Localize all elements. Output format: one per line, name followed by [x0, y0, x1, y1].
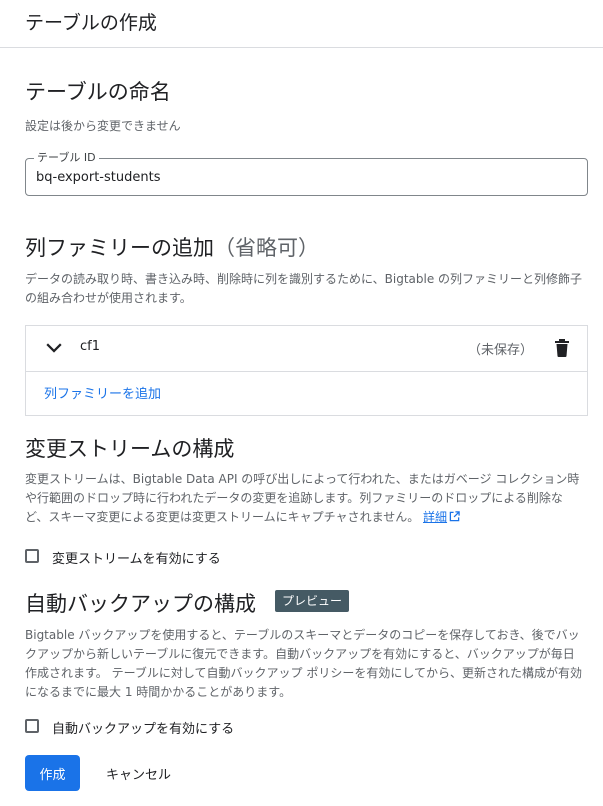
naming-note: 設定は後から変更できません — [25, 119, 181, 133]
learn-more-label: 詳細 — [423, 510, 448, 524]
cancel-button[interactable]: キャンセル — [96, 755, 181, 791]
create-button[interactable]: 作成 — [25, 755, 80, 791]
top-bar: テーブルの作成 — [0, 0, 603, 48]
column-family-status: （未保存） — [468, 343, 534, 358]
chevron-down-icon[interactable] — [45, 339, 63, 357]
change-stream-checkbox-label[interactable]: 変更ストリームを有効にする — [52, 548, 221, 567]
column-family-panel: cf1 （未保存） 列ファミリーを追加 — [25, 325, 588, 416]
auto-backup-checkbox[interactable] — [25, 719, 39, 733]
trash-icon[interactable] — [554, 339, 570, 357]
external-link-icon — [449, 511, 460, 522]
column-family-description: データの読み取り時、書き込み時、削除時に列を識別するために、Bigtable の… — [25, 272, 583, 305]
column-family-heading: 列ファミリーの追加（省略可） — [25, 232, 319, 262]
auto-backup-checkbox-label[interactable]: 自動バックアップを有効にする — [52, 718, 234, 737]
table-id-input[interactable] — [36, 159, 576, 195]
auto-backup-heading: 自動バックアップの構成 — [25, 592, 256, 616]
table-id-field[interactable]: テーブル ID — [25, 151, 588, 196]
column-family-row[interactable]: cf1 （未保存） — [26, 326, 587, 372]
naming-heading: テーブルの命名 — [25, 80, 171, 104]
column-family-heading-optional: （省略可） — [214, 236, 319, 260]
add-column-family-link[interactable]: 列ファミリーを追加 — [44, 383, 161, 402]
change-stream-description-text: 変更ストリームは、Bigtable Data API の呼び出しによって行われた… — [25, 472, 580, 524]
change-stream-checkbox[interactable] — [25, 549, 39, 563]
change-stream-description: 変更ストリームは、Bigtable Data API の呼び出しによって行われた… — [25, 470, 585, 527]
page-title: テーブルの作成 — [25, 12, 157, 34]
change-stream-heading: 変更ストリームの構成 — [25, 437, 235, 461]
auto-backup-description: Bigtable バックアップを使用すると、テーブルのスキーマとデータのコピーを… — [25, 628, 582, 699]
column-family-heading-text: 列ファミリーの追加 — [25, 236, 214, 260]
preview-badge: プレビュー — [275, 590, 350, 612]
learn-more-link[interactable]: 詳細 — [423, 510, 460, 524]
column-family-name: cf1 — [80, 339, 100, 354]
